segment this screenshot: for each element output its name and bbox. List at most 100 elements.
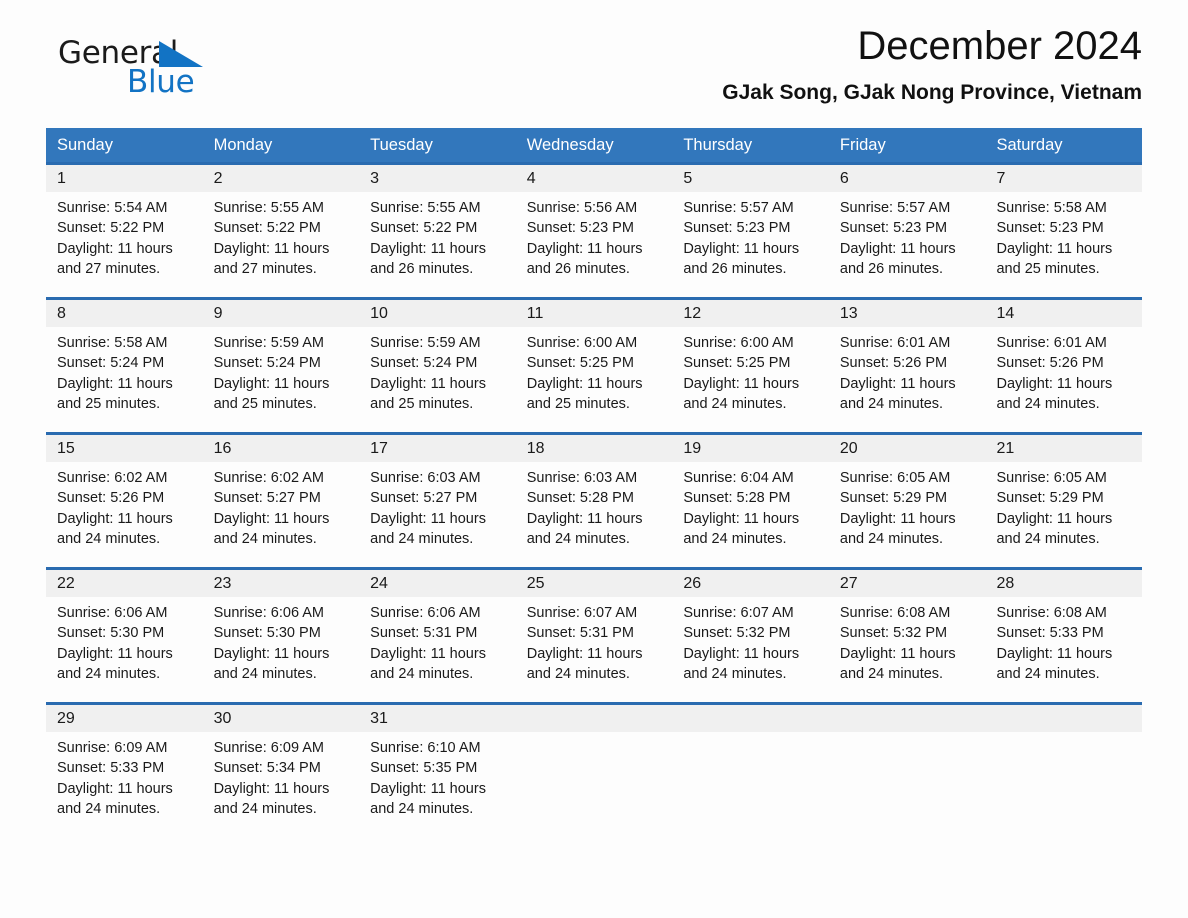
calendar-day-cell[interactable]: 16 Sunrise: 6:02 AM Sunset: 5:27 PM Dayligh… bbox=[202, 432, 360, 567]
sunrise-text: Sunrise: 6:06 AM bbox=[57, 605, 168, 621]
day-number: 13 bbox=[828, 300, 986, 327]
daylight-text: Daylight: 11 hours and 24 minutes. bbox=[996, 375, 1113, 413]
brand-logo[interactable]: General Blue bbox=[58, 36, 278, 102]
calendar-day-cell[interactable]: 28 Sunrise: 6:08 AM Sunset: 5:33 PM Dayligh… bbox=[985, 567, 1143, 702]
calendar-day-cell[interactable]: 23 Sunrise: 6:06 AM Sunset: 5:30 PM Dayligh… bbox=[202, 567, 360, 702]
calendar-day-cell[interactable]: 24 Sunrise: 6:06 AM Sunset: 5:31 PM Dayligh… bbox=[359, 567, 516, 702]
calendar-day-cell[interactable]: 10 Sunrise: 5:59 AM Sunset: 5:24 PM Dayligh… bbox=[359, 297, 516, 432]
sunrise-text: Sunrise: 5:55 AM bbox=[213, 200, 324, 216]
daylight-text: Daylight: 11 hours and 24 minutes. bbox=[213, 780, 330, 818]
calendar-day-cell[interactable]: 18 Sunrise: 6:03 AM Sunset: 5:28 PM Dayligh… bbox=[515, 432, 673, 567]
sunset-text: Sunset: 5:27 PM bbox=[213, 490, 321, 507]
weekday-header-row: Sunday Monday Tuesday Wednesday Thursday… bbox=[46, 128, 1142, 162]
sunrise-text: Sunrise: 6:07 AM bbox=[683, 605, 794, 621]
calendar-day-cell[interactable]: 27 Sunrise: 6:08 AM Sunset: 5:32 PM Dayligh… bbox=[828, 567, 986, 702]
calendar-day-cell[interactable]: 13 Sunrise: 6:01 AM Sunset: 5:26 PM Dayligh… bbox=[828, 297, 986, 432]
day-number: 31 bbox=[359, 705, 516, 732]
daylight-text: Daylight: 11 hours and 24 minutes. bbox=[839, 645, 956, 683]
daylight-text: Daylight: 11 hours and 24 minutes. bbox=[370, 510, 486, 548]
calendar-day-cell[interactable]: 14 Sunrise: 6:01 AM Sunset: 5:26 PM Dayligh… bbox=[985, 297, 1143, 432]
day-number: 2 bbox=[202, 165, 360, 192]
day-details: Sunrise: 6:01 AM Sunset: 5:26 PM Daylight:… bbox=[829, 327, 986, 415]
sunrise-text: Sunrise: 5:57 AM bbox=[839, 200, 951, 216]
calendar-day-cell[interactable]: 4 Sunrise: 5:56 AM Sunset: 5:23 PM Daylight… bbox=[515, 162, 673, 297]
weekday-header-sunday: Sunday bbox=[57, 136, 113, 154]
sunset-text: Sunset: 5:22 PM bbox=[57, 220, 165, 237]
daylight-text: Daylight: 11 hours and 24 minutes. bbox=[57, 780, 173, 818]
sunset-text: Sunset: 5:29 PM bbox=[996, 490, 1104, 507]
calendar-day-cell[interactable]: 15 Sunrise: 6:02 AM Sunset: 5:26 PM Dayligh… bbox=[46, 432, 203, 567]
day-number: 29 bbox=[46, 705, 203, 732]
calendar-day-cell[interactable]: 22 Sunrise: 6:06 AM Sunset: 5:30 PM Dayligh… bbox=[46, 567, 203, 702]
title-block: December 2024 GJak Song, GJak Nong Provi… bbox=[722, 22, 1142, 106]
calendar-day-cell[interactable]: 6 Sunrise: 5:57 AM Sunset: 5:23 PM Daylight… bbox=[828, 162, 986, 297]
sunset-text: Sunset: 5:28 PM bbox=[526, 490, 634, 507]
day-details: Sunrise: 6:03 AM Sunset: 5:28 PM Daylight:… bbox=[516, 462, 673, 550]
calendar-day-cell[interactable]: 25 Sunrise: 6:07 AM Sunset: 5:31 PM Dayligh… bbox=[515, 567, 673, 702]
sunset-text: Sunset: 5:22 PM bbox=[370, 220, 478, 237]
calendar-day-cell[interactable]: 3 Sunrise: 5:55 AM Sunset: 5:22 PM Daylight… bbox=[359, 162, 516, 297]
day-details: Sunrise: 6:03 AM Sunset: 5:27 PM Daylight:… bbox=[359, 462, 516, 550]
daylight-text: Daylight: 11 hours and 26 minutes. bbox=[526, 240, 643, 278]
sunset-text: Sunset: 5:23 PM bbox=[683, 220, 791, 237]
calendar-day-cell[interactable]: 7 Sunrise: 5:58 AM Sunset: 5:23 PM Daylight… bbox=[985, 162, 1143, 297]
weekday-header-thursday: Thursday bbox=[683, 136, 753, 154]
calendar-day-cell[interactable]: 20 Sunrise: 6:05 AM Sunset: 5:29 PM Dayligh… bbox=[828, 432, 986, 567]
sunset-text: Sunset: 5:26 PM bbox=[57, 490, 165, 507]
calendar-day-cell[interactable]: 19 Sunrise: 6:04 AM Sunset: 5:28 PM Dayligh… bbox=[672, 432, 829, 567]
calendar-day-cell[interactable]: 8 Sunrise: 5:58 AM Sunset: 5:24 PM Daylight… bbox=[46, 297, 203, 432]
day-details: Sunrise: 6:05 AM Sunset: 5:29 PM Daylight:… bbox=[829, 462, 986, 550]
day-details: Sunrise: 6:06 AM Sunset: 5:31 PM Daylight:… bbox=[359, 597, 516, 685]
calendar-week-row: 15 Sunrise: 6:02 AM Sunset: 5:26 PM Dayligh… bbox=[46, 432, 1143, 567]
calendar-day-cell[interactable]: 9 Sunrise: 5:59 AM Sunset: 5:24 PM Daylight… bbox=[202, 297, 360, 432]
daylight-text: Daylight: 11 hours and 24 minutes. bbox=[683, 375, 800, 413]
sunset-text: Sunset: 5:23 PM bbox=[839, 220, 948, 237]
day-number: 26 bbox=[672, 570, 829, 597]
sunset-text: Sunset: 5:24 PM bbox=[57, 355, 165, 372]
calendar-day-cell[interactable]: 29 Sunrise: 6:09 AM Sunset: 5:33 PM Dayligh… bbox=[46, 702, 203, 837]
sunset-text: Sunset: 5:25 PM bbox=[683, 355, 791, 372]
weekday-header-monday: Monday bbox=[213, 136, 273, 154]
page-header: General Blue December 2024 GJak Song, GJ… bbox=[46, 0, 1142, 108]
calendar-day-cell-empty bbox=[672, 702, 829, 837]
day-details: Sunrise: 6:00 AM Sunset: 5:25 PM Daylight:… bbox=[516, 327, 673, 415]
calendar-week-row: 8 Sunrise: 5:58 AM Sunset: 5:24 PM Daylight… bbox=[46, 297, 1143, 432]
daylight-text: Daylight: 11 hours and 25 minutes. bbox=[996, 240, 1113, 278]
weekday-header-tuesday: Tuesday bbox=[370, 136, 433, 154]
day-details: Sunrise: 6:10 AM Sunset: 5:35 PM Daylight:… bbox=[359, 732, 516, 820]
day-details: Sunrise: 6:06 AM Sunset: 5:30 PM Daylight:… bbox=[46, 597, 203, 685]
weekday-header-wednesday: Wednesday bbox=[526, 136, 614, 154]
day-details: Sunrise: 6:02 AM Sunset: 5:26 PM Daylight:… bbox=[46, 462, 203, 550]
calendar-day-cell[interactable]: 2 Sunrise: 5:55 AM Sunset: 5:22 PM Daylight… bbox=[202, 162, 360, 297]
calendar-day-cell[interactable]: 1 Sunrise: 5:54 AM Sunset: 5:22 PM Daylight… bbox=[46, 162, 203, 297]
calendar-day-cell[interactable]: 17 Sunrise: 6:03 AM Sunset: 5:27 PM Dayligh… bbox=[359, 432, 516, 567]
calendar-day-cell[interactable]: 12 Sunrise: 6:00 AM Sunset: 5:25 PM Dayligh… bbox=[672, 297, 829, 432]
day-number: 25 bbox=[515, 570, 673, 597]
day-number: 28 bbox=[985, 570, 1143, 597]
daylight-text: Daylight: 11 hours and 26 minutes. bbox=[839, 240, 956, 278]
daylight-text: Daylight: 11 hours and 24 minutes. bbox=[370, 780, 486, 818]
calendar-day-cell[interactable]: 26 Sunrise: 6:07 AM Sunset: 5:32 PM Dayligh… bbox=[672, 567, 829, 702]
calendar-day-cell[interactable]: 31 Sunrise: 6:10 AM Sunset: 5:35 PM Dayligh… bbox=[359, 702, 516, 837]
day-details: Sunrise: 6:09 AM Sunset: 5:33 PM Daylight:… bbox=[46, 732, 203, 820]
sunrise-text: Sunrise: 6:06 AM bbox=[213, 605, 324, 621]
calendar-day-cell[interactable]: 5 Sunrise: 5:57 AM Sunset: 5:23 PM Daylight… bbox=[672, 162, 829, 297]
sunset-text: Sunset: 5:25 PM bbox=[526, 355, 634, 372]
sunrise-text: Sunrise: 6:04 AM bbox=[683, 470, 794, 486]
day-number: 8 bbox=[46, 300, 203, 327]
day-number: 16 bbox=[202, 435, 360, 462]
day-details: Sunrise: 6:00 AM Sunset: 5:25 PM Daylight:… bbox=[672, 327, 829, 415]
calendar-day-cell[interactable]: 11 Sunrise: 6:00 AM Sunset: 5:25 PM Dayligh… bbox=[515, 297, 673, 432]
day-details: Sunrise: 6:04 AM Sunset: 5:28 PM Daylight:… bbox=[672, 462, 829, 550]
calendar-page: General Blue December 2024 GJak Song, GJ… bbox=[0, 0, 1188, 918]
day-number bbox=[672, 705, 829, 732]
sunrise-text: Sunrise: 6:02 AM bbox=[213, 470, 324, 486]
calendar-day-cell[interactable]: 21 Sunrise: 6:05 AM Sunset: 5:29 PM Dayligh… bbox=[985, 432, 1143, 567]
daylight-text: Daylight: 11 hours and 27 minutes. bbox=[213, 240, 330, 278]
calendar-day-cell-empty bbox=[985, 702, 1143, 837]
day-number: 12 bbox=[672, 300, 829, 327]
sunset-text: Sunset: 5:22 PM bbox=[213, 220, 321, 237]
calendar-day-cell[interactable]: 30 Sunrise: 6:09 AM Sunset: 5:34 PM Dayligh… bbox=[202, 702, 360, 837]
day-details: Sunrise: 6:01 AM Sunset: 5:26 PM Daylight:… bbox=[985, 327, 1142, 415]
sunrise-text: Sunrise: 6:05 AM bbox=[996, 470, 1107, 486]
